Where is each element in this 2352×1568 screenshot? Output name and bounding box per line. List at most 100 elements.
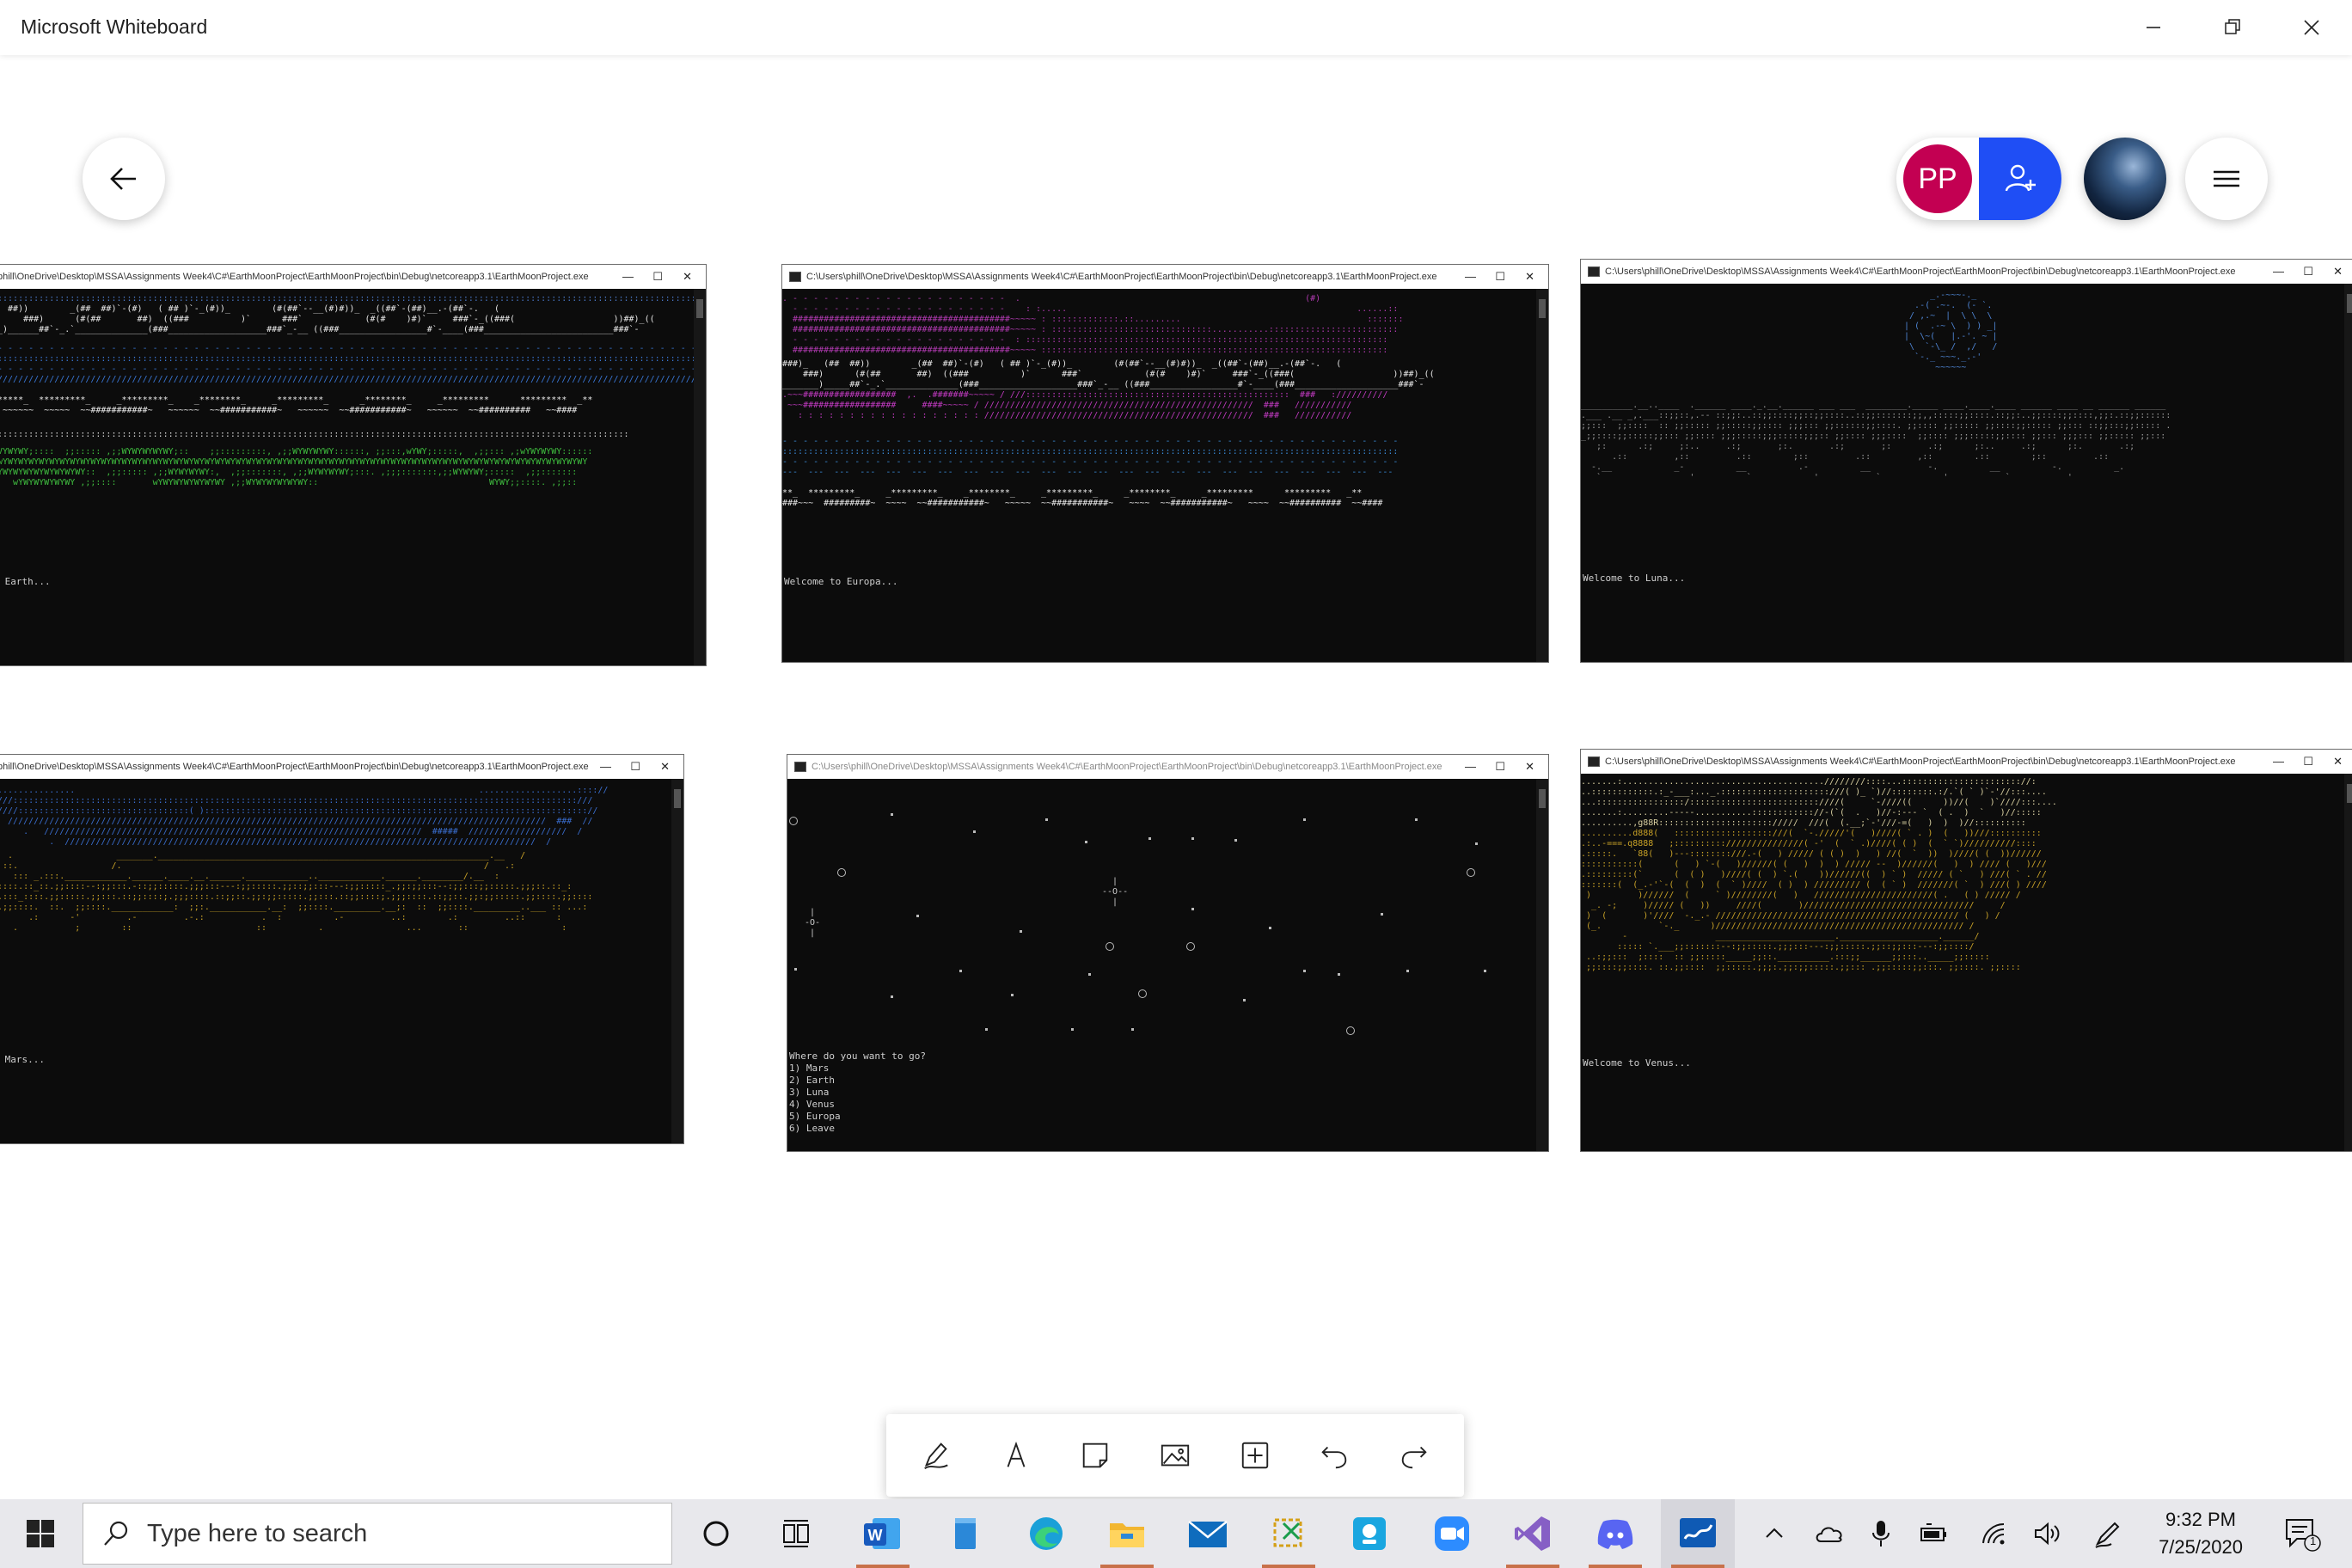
maximize-icon[interactable]: ☐ [1495,760,1505,774]
ascii-art-sand: ::::::::::::::::::::::::::::::::::::::::… [0,430,629,439]
taskbar-app-word[interactable]: W [846,1499,920,1568]
taskbar-app-file-explorer[interactable] [1090,1499,1164,1568]
console-window-europa[interactable]: C:\Users\phill\OneDrive\Desktop\MSSA\Ass… [781,264,1549,663]
insert-tool-button[interactable] [1224,1424,1286,1486]
note-tool-button[interactable] [1064,1424,1126,1486]
undo-button[interactable] [1303,1424,1365,1486]
battery-tray[interactable] [1915,1499,1953,1568]
profile-picture[interactable] [2084,138,2166,220]
task-view-button[interactable] [760,1499,834,1568]
taskbar-search[interactable]: Type here to search [83,1503,672,1565]
console-window-venus[interactable]: C:\Users\phill\OneDrive\Desktop\MSSA\Ass… [1580,749,2352,1152]
taskbar-app-teams[interactable] [1332,1499,1406,1568]
minimize-icon[interactable]: — [2273,755,2284,768]
teams-icon [1353,1517,1386,1550]
maximize-icon[interactable]: ☐ [2303,265,2313,279]
taskbar-app-whiteboard[interactable] [1661,1499,1735,1568]
menu-button[interactable] [2185,138,2268,220]
star [1381,913,1383,916]
scrollbar[interactable] [694,289,706,665]
close-icon[interactable]: ✕ [1525,760,1534,774]
taskbar-app-visual-studio[interactable] [1496,1499,1570,1568]
cortana-icon [703,1521,729,1547]
pen-tool-button[interactable] [905,1424,967,1486]
minimize-icon[interactable]: — [1465,270,1476,283]
onedrive-tray[interactable] [1810,1499,1848,1568]
restore-button[interactable] [2194,0,2271,55]
user-avatar[interactable]: PP [1903,144,1972,213]
scrollbar[interactable] [2344,284,2352,662]
maximize-icon[interactable]: ☐ [2303,755,2313,769]
taskbar-app-snip[interactable] [1252,1499,1326,1568]
maximize-icon[interactable]: ☐ [1495,270,1505,284]
wifi-icon [1982,1522,2005,1545]
cortana-button[interactable] [679,1499,753,1568]
menu-option: 5) Europa [789,1111,841,1122]
task-view-icon [783,1520,809,1547]
close-icon[interactable]: ✕ [2333,265,2343,279]
pen-workspace-tray[interactable] [2089,1499,2127,1568]
text-tool-button[interactable] [985,1424,1047,1486]
console-window-mars[interactable]: phill\OneDrive\Desktop\MSSA\Assignments … [0,754,684,1144]
console-output: _.-~~~-._ .-( .~-. (- `. / ,.~ | \ \ \ |… [1581,284,2344,662]
redo-icon [1401,1446,1427,1469]
microphone-tray[interactable] [1862,1499,1900,1568]
mail-icon [1188,1521,1228,1547]
file-explorer-icon [1110,1523,1144,1547]
close-icon[interactable]: ✕ [1525,270,1534,284]
text-icon [1007,1441,1026,1467]
ascii-star: | --O-- | [1102,877,1129,907]
action-center-button[interactable]: 1 [2276,1499,2328,1568]
scrollbar[interactable] [2344,774,2352,1151]
maximize-icon[interactable]: ☐ [630,760,640,774]
minimize-button[interactable] [2115,0,2192,55]
ascii-art-waves: *****_ *********_ _*********_ _********_… [0,395,593,415]
taskbar-app-zoom[interactable] [1415,1499,1489,1568]
console-output: ::::::::::::::::::::::::::::::::::::::::… [0,289,694,665]
console-output: .......:................................… [1581,774,2344,1151]
ascii-art-waves: **_ *********_ _*********_ _********_ _*… [782,488,1383,508]
minimize-icon[interactable]: — [2273,265,2284,278]
ascii-art-ground: .~~~################## ,. .#######~~~~~ … [782,390,1388,420]
minimize-icon[interactable]: — [622,270,634,283]
close-icon[interactable]: ✕ [683,270,692,284]
show-hidden-icons-button[interactable] [1757,1499,1792,1568]
close-button[interactable] [2273,0,2350,55]
maximize-icon[interactable]: ☐ [652,270,663,284]
menu-option: 3) Luna [789,1087,830,1098]
console-path: C:\Users\phill\OneDrive\Desktop\MSSA\Ass… [812,762,1442,772]
start-button[interactable] [3,1499,77,1568]
console-message: Mars... [0,1054,45,1065]
minimize-icon[interactable]: — [600,760,611,773]
ascii-star: | -O- | [805,908,821,938]
hamburger-menu-icon [2214,170,2239,187]
menu-option: 6) Leave [789,1123,835,1134]
close-icon[interactable]: ✕ [660,760,670,774]
console-window-luna[interactable]: C:\Users\phill\OneDrive\Desktop\MSSA\Ass… [1580,259,2352,663]
close-icon[interactable]: ✕ [2333,755,2343,769]
console-window-menu[interactable]: C:\Users\phill\OneDrive\Desktop\MSSA\Ass… [787,754,1549,1152]
taskbar-app-discord[interactable] [1578,1499,1652,1568]
wifi-tray[interactable] [1975,1499,2013,1568]
scrollbar[interactable] [1536,289,1548,662]
scrollbar[interactable] [1536,779,1548,1151]
console-title-bar: C:\Users\phill\OneDrive\Desktop\MSSA\Ass… [1581,260,2352,284]
windows-logo-icon [27,1520,54,1547]
taskbar-app-mail[interactable] [1171,1499,1245,1568]
redo-button[interactable] [1383,1424,1445,1486]
volume-tray[interactable] [2029,1499,2067,1568]
console-window-earth[interactable]: phill\OneDrive\Desktop\MSSA\Assignments … [0,264,707,666]
star [1484,970,1486,972]
taskbar-app-edge[interactable] [1009,1499,1083,1568]
image-tool-button[interactable] [1144,1424,1206,1486]
ascii-art-clouds: ##)) _(## ##)`-(#) ( ## )`-_(#))_ (#(##`… [0,304,655,334]
back-button[interactable] [83,138,165,220]
close-icon [2304,20,2319,35]
taskbar-app-notepad[interactable] [928,1499,1002,1568]
clock[interactable]: 9:32 PM 7/25/2020 [2123,1506,2278,1561]
invite-button[interactable] [1979,138,2061,220]
star [1088,973,1091,976]
minimize-icon[interactable]: — [1465,760,1476,773]
scrollbar[interactable] [671,779,683,1143]
console-title-bar: phill\OneDrive\Desktop\MSSA\Assignments … [0,265,706,289]
